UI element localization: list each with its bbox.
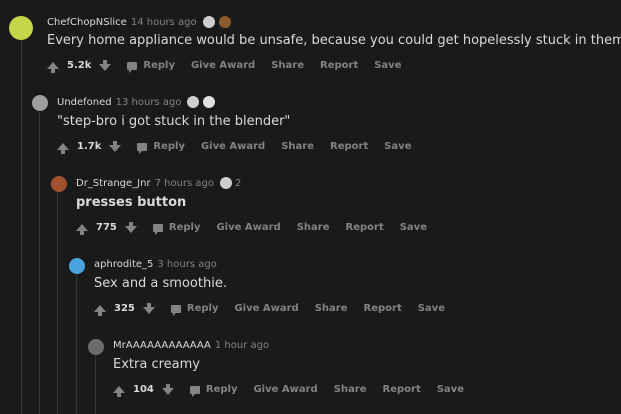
downvote-icon[interactable] [99,60,112,71]
score: 775 [96,222,117,233]
comment-body: "step-bro i got stuck in the blender" [57,114,291,129]
username[interactable]: ChefChopNSlice [47,17,127,28]
reply-button[interactable]: Reply [189,384,237,397]
reply-icon [189,385,200,397]
avatar[interactable] [88,339,104,355]
comment-body: presses button [76,195,187,210]
downvote-icon[interactable] [124,222,137,233]
score: 325 [114,303,135,314]
award-icon[interactable] [187,96,200,108]
username[interactable]: aphrodite_5 [94,259,153,270]
share-button[interactable]: Share [271,60,304,71]
downvote-icon[interactable] [142,303,155,314]
award-icon[interactable] [203,96,216,108]
report-button[interactable]: Report [364,303,402,314]
report-button[interactable]: Report [320,60,358,71]
avatar[interactable] [9,16,33,40]
comment-body: Every home appliance would be unsafe, be… [47,33,621,48]
timestamp[interactable]: 7 hours ago [155,178,214,189]
comment-body: Extra creamy [113,357,200,372]
save-button[interactable]: Save [374,60,401,71]
downvote-icon[interactable] [109,141,122,152]
thread-line[interactable] [39,112,40,414]
thread-line[interactable] [95,356,96,414]
save-button[interactable]: Save [437,384,464,395]
share-button[interactable]: Share [315,303,348,314]
give-award-button[interactable]: Give Award [201,141,265,152]
timestamp[interactable]: 13 hours ago [116,97,182,108]
timestamp[interactable]: 14 hours ago [131,17,197,28]
give-award-button[interactable]: Give Award [216,222,280,233]
upvote-icon[interactable] [57,143,69,154]
score: 1.7k [77,141,102,152]
upvote-icon[interactable] [47,62,59,73]
thread-line[interactable] [76,274,77,414]
reply-icon [152,223,163,235]
avatar[interactable] [32,95,48,111]
upvote-icon[interactable] [94,305,106,316]
award-icon[interactable] [220,177,232,189]
give-award-button[interactable]: Give Award [253,384,317,395]
share-button[interactable]: Share [297,222,330,233]
score: 104 [133,384,154,395]
timestamp[interactable]: 1 hour ago [215,340,269,351]
save-button[interactable]: Save [418,303,445,314]
reply-icon [170,304,181,316]
avatar[interactable] [69,258,85,274]
username[interactable]: Dr_Strange_Jnr [76,178,151,189]
timestamp[interactable]: 3 hours ago [157,259,216,270]
award-icon[interactable] [218,16,231,28]
report-button[interactable]: Report [383,384,421,395]
reply-button[interactable]: Reply [170,303,218,316]
share-button[interactable]: Share [334,384,367,395]
give-award-button[interactable]: Give Award [234,303,298,314]
score: 5.2k [67,60,92,71]
report-button[interactable]: Report [346,222,384,233]
upvote-icon[interactable] [113,386,125,397]
username[interactable]: Undefoned [57,97,112,108]
reply-icon [127,61,138,73]
reply-button[interactable]: Reply [152,222,200,235]
thread-line[interactable] [21,40,22,414]
award-icon[interactable] [202,16,215,28]
reply-icon [137,142,148,154]
award-count: 2 [235,177,242,189]
reply-button[interactable]: Reply [127,60,175,73]
upvote-icon[interactable] [76,224,88,235]
comment-body: Sex and a smoothie. [94,276,227,291]
avatar[interactable] [51,176,67,192]
share-button[interactable]: Share [281,141,314,152]
report-button[interactable]: Report [330,141,368,152]
thread-line[interactable] [57,192,58,414]
downvote-icon[interactable] [161,384,174,395]
username[interactable]: MrAAAAAAAAAAAA [113,340,211,351]
save-button[interactable]: Save [400,222,427,233]
save-button[interactable]: Save [384,141,411,152]
give-award-button[interactable]: Give Award [191,60,255,71]
reply-button[interactable]: Reply [137,141,185,154]
